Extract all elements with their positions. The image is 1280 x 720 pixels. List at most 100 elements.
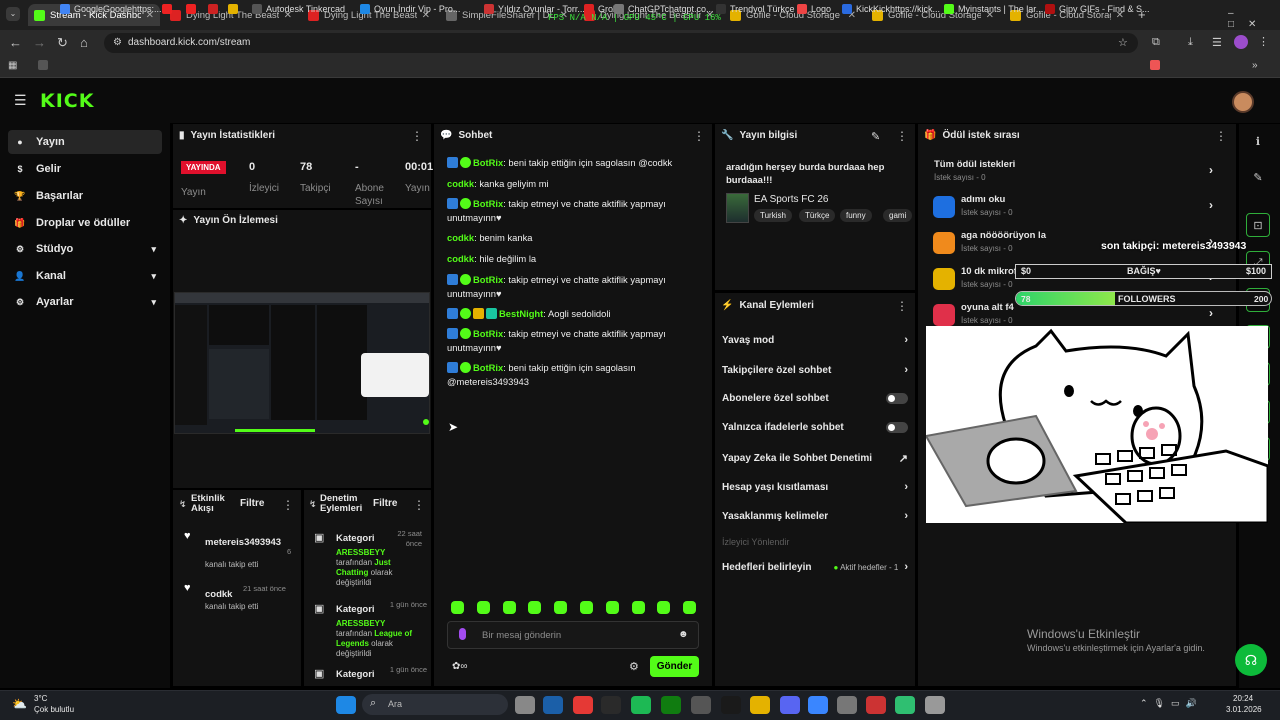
download-icon[interactable]: ⤓: [1188, 36, 1193, 49]
bookmark-label[interactable]: Oyun İndir Vip - Pro...: [374, 4, 460, 14]
address-bar[interactable]: [104, 33, 1138, 53]
tag-chip[interactable]: gami: [883, 209, 913, 222]
taskbar-app-icon[interactable]: [515, 696, 535, 714]
bookmark-item[interactable]: KickKickhttps://kick...: [842, 4, 940, 14]
channel-action-row[interactable]: Yasaklanmış kelimeler ›: [722, 510, 908, 522]
bookmark-label[interactable]: ChatGPTchatgpt.co...: [628, 4, 714, 14]
chat-username[interactable]: BotRix: [473, 157, 503, 168]
bookmark-item[interactable]: Gipy GIFs - Find & S...: [1045, 4, 1150, 14]
nav-0[interactable]: ● Yayın: [8, 130, 162, 154]
bookmark-star-icon[interactable]: ☆: [1118, 36, 1128, 49]
nav-6[interactable]: ⚙ Ayarlar ▾: [8, 290, 162, 314]
bookmark-item[interactable]: Autodesk Tinkercad: [252, 4, 345, 14]
chat-settings-icon[interactable]: ⚙: [629, 660, 639, 673]
bookmark-item[interactable]: [228, 4, 238, 14]
taskbar-app-icon[interactable]: [925, 696, 945, 714]
chat-tools-icon[interactable]: ✿∞: [452, 661, 468, 672]
all-rewards-row[interactable]: Tüm ödül istekleri İstek sayısı - 0 ›: [933, 159, 1223, 189]
rail-button[interactable]: ✎: [1246, 165, 1270, 189]
bookmark-label[interactable]: Logo: [811, 4, 831, 14]
taskbar-app-icon[interactable]: [631, 696, 651, 714]
channel-action-row[interactable]: Abonelere özel sohbet: [722, 393, 908, 404]
bookmark-item[interactable]: Trendyol Türkçe: [716, 4, 795, 14]
taskbar-app-icon[interactable]: [601, 696, 621, 714]
nav-3[interactable]: 🎁 Droplar ve ödüller: [8, 211, 162, 235]
chat-username[interactable]: codkk: [447, 178, 474, 189]
forward-icon[interactable]: →: [33, 36, 46, 49]
bookmark-item[interactable]: Oyun İndir Vip - Pro...: [360, 4, 460, 14]
bookmark-label[interactable]: GoogleGooglehttps:...: [74, 4, 162, 14]
more-bookmarks-icon[interactable]: »: [1252, 60, 1258, 71]
channel-menu-icon[interactable]: ⋮: [896, 299, 908, 313]
bookmark-item[interactable]: Grok: [584, 4, 618, 14]
info-menu-icon[interactable]: ⋮: [896, 129, 908, 143]
bookmark-label[interactable]: Gipy GIFs - Find & S...: [1059, 4, 1150, 14]
bookmark-item[interactable]: ChatGPTchatgpt.co...: [614, 4, 714, 14]
extensions-icon[interactable]: ⧉: [1152, 36, 1160, 49]
chat-username[interactable]: BotRix: [473, 198, 503, 209]
tag-chip[interactable]: Türkçe: [799, 209, 836, 222]
hamburger-icon[interactable]: ☰: [14, 92, 27, 109]
home-icon[interactable]: ⌂: [80, 36, 88, 49]
toggle-switch[interactable]: [886, 393, 908, 404]
taskbar-app-icon[interactable]: [780, 696, 800, 714]
chat-username[interactable]: BestNight: [499, 308, 543, 319]
chat-username[interactable]: codkk: [447, 232, 474, 243]
channel-action-row[interactable]: Yapay Zeka ile Sohbet Denetimi ↗: [722, 452, 908, 465]
nav-2[interactable]: 🏆 Başarılar: [8, 184, 162, 208]
bookmark-item[interactable]: GoogleGooglehttps:...: [60, 4, 162, 14]
mic-icon[interactable]: [459, 628, 466, 640]
taskbar-app-icon[interactable]: [543, 696, 563, 714]
chat-menu-icon[interactable]: ⋮: [693, 129, 705, 143]
preview-video[interactable]: [174, 292, 430, 434]
user-avatar[interactable]: [1232, 91, 1254, 113]
reading-list-icon[interactable]: ☰: [1212, 36, 1222, 49]
send-button[interactable]: Gönder: [650, 656, 699, 677]
activity-user[interactable]: metereis3493943: [205, 537, 281, 548]
channel-action-row[interactable]: Takipçilere özel sohbet ›: [722, 364, 908, 376]
menu-icon[interactable]: ⋮: [1258, 35, 1269, 48]
activity-menu-icon[interactable]: ⋮: [282, 498, 294, 512]
chat-username[interactable]: BotRix: [473, 362, 503, 373]
bookmark-item[interactable]: [208, 4, 218, 14]
bookmark-item[interactable]: Logo: [797, 4, 831, 14]
nav-4[interactable]: ⚙ Stüdyo ▾: [8, 237, 162, 261]
reload-icon[interactable]: ↻: [57, 36, 68, 49]
taskbar-app-icon[interactable]: [573, 696, 593, 714]
rail-button[interactable]: ℹ: [1246, 129, 1270, 153]
reward-row[interactable]: adımı oku İstek sayısı - 0 ›: [933, 194, 1223, 224]
emote-icon[interactable]: [502, 601, 516, 614]
bookmark-label[interactable]: Autodesk Tinkercad: [266, 4, 345, 14]
support-chat-button[interactable]: ☊: [1235, 644, 1267, 676]
emote-icon[interactable]: [683, 601, 697, 614]
taskbar-search[interactable]: [362, 694, 508, 715]
bookmark-item[interactable]: Yıldız Oyunlar - Torr...: [484, 4, 585, 14]
chat-username[interactable]: codkk: [447, 253, 474, 264]
stats-menu-icon[interactable]: ⋮: [411, 129, 423, 143]
taskbar-app-icon[interactable]: [721, 696, 741, 714]
set-goals-row[interactable]: Hedefleri belirleyin ● Aktif hedefler - …: [722, 561, 908, 573]
tab-list-button[interactable]: ⌄: [6, 7, 20, 21]
emote-icon[interactable]: [476, 601, 490, 614]
taskbar-app-icon[interactable]: [808, 696, 828, 714]
taskbar-app-icon[interactable]: [661, 696, 681, 714]
rail-button[interactable]: ⊡: [1246, 213, 1270, 237]
chat-input-placeholder[interactable]: Bir mesaj gönderin: [482, 630, 561, 641]
activity-user[interactable]: codkk: [205, 589, 232, 600]
bookmark-label[interactable]: Myinstants | The lar...: [958, 4, 1043, 14]
bookmark-item[interactable]: [162, 4, 172, 14]
channel-action-row[interactable]: Yalnızca ifadelerle sohbet: [722, 422, 908, 433]
bookmark-label[interactable]: KickKickhttps://kick...: [856, 4, 940, 14]
emoji-icon[interactable]: ☻: [678, 629, 689, 640]
taskbar-search-text[interactable]: Ara: [388, 699, 402, 709]
window-controls[interactable]: –□✕: [1228, 8, 1280, 30]
chat-username[interactable]: BotRix: [473, 274, 503, 285]
back-icon[interactable]: ←: [9, 36, 22, 49]
emote-icon[interactable]: [631, 601, 645, 614]
game-name[interactable]: EA Sports FC 26: [754, 194, 828, 205]
emote-icon[interactable]: [657, 601, 671, 614]
clock-time[interactable]: 20:24: [1233, 694, 1253, 703]
weather-desc[interactable]: Çok bulutlu: [34, 705, 74, 714]
toggle-switch[interactable]: [886, 422, 908, 433]
bookmark-item[interactable]: Myinstants | The lar...: [944, 4, 1043, 14]
